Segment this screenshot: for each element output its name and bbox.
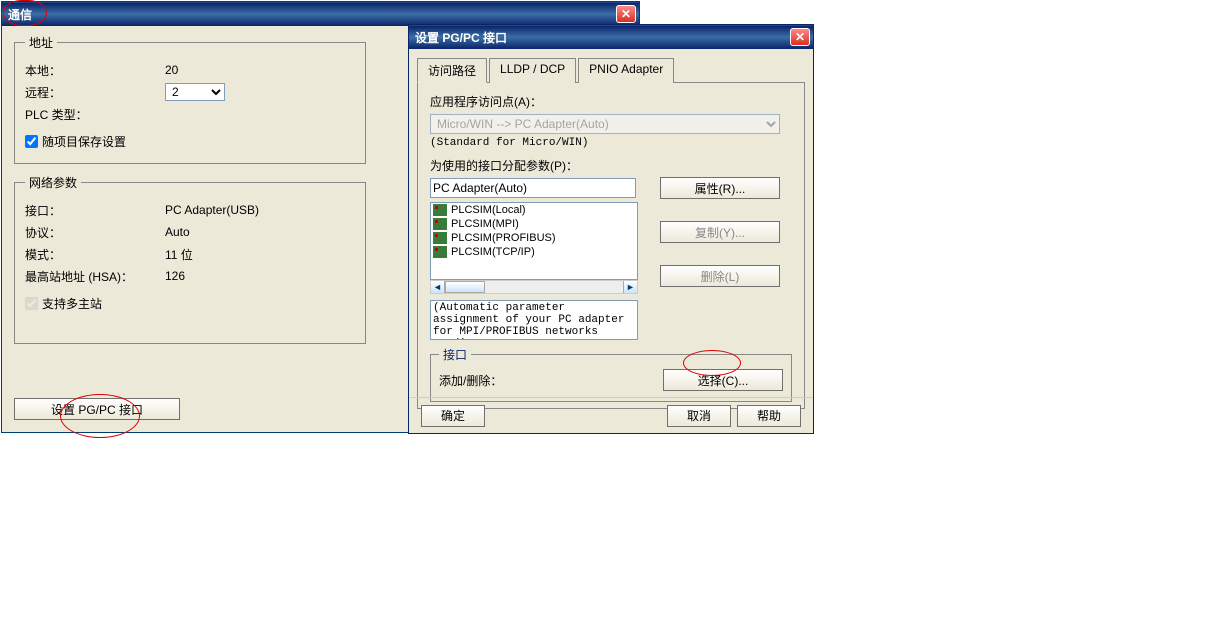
multimaster-input [25,297,38,310]
list-item[interactable]: PLCSIM(MPI) [431,217,637,231]
ok-button[interactable]: 确定 [421,405,485,427]
save-with-project-checkbox[interactable]: 随项目保存设置 [25,131,355,151]
save-with-project-input[interactable] [25,135,38,148]
dialog-button-row: 确定 取消 帮助 [409,397,813,433]
interface-listbox[interactable]: PLCSIM(Local) PLCSIM(MPI) PLCSIM(PROFIBU… [430,202,638,280]
access-point-label: 应用程序访问点(A)： [430,93,542,110]
comm-titlebar[interactable]: 通信 ✕ [2,2,639,26]
adapter-icon [433,246,447,258]
multimaster-label: 支持多主站 [42,295,102,312]
tab-lldp-dcp[interactable]: LLDP / DCP [489,58,576,83]
scroll-left-icon[interactable]: ◄ [431,281,445,293]
list-item[interactable]: PLCSIM(PROFIBUS) [431,231,637,245]
network-group: 网络参数 接口： PC Adapter(USB) 协议： Auto 模式： 11… [14,174,366,344]
access-point-note: (Standard for Micro/WIN) [430,137,792,149]
network-legend: 网络参数 [25,174,81,191]
save-with-project-label: 随项目保存设置 [42,133,126,150]
pgpc-title: 设置 PG/PC 接口 [415,29,507,46]
interface-label: 接口： [25,202,165,219]
description-box[interactable]: (Automatic parameter assignment of your … [430,300,638,340]
help-button[interactable]: 帮助 [737,405,801,427]
pgpc-titlebar[interactable]: 设置 PG/PC 接口 ✕ [409,25,813,49]
tab-access-path[interactable]: 访问路径 [417,58,487,83]
hsa-value: 126 [165,269,185,283]
tabpanel-access-path: 应用程序访问点(A)： Micro/WIN --> PC Adapter(Aut… [417,83,805,409]
remote-label: 远程： [25,84,165,101]
assigned-value-input[interactable] [430,178,636,198]
mode-label: 模式： [25,246,165,263]
address-group: 地址 本地： 20 远程： 2 PLC 类型： 随项目保存设置 [14,34,366,164]
list-hscroll[interactable]: ◄ ► [430,280,638,294]
list-item[interactable]: PLCSIM(Local) [431,203,637,217]
list-item[interactable]: PLCSIM(TCP/IP) [431,245,637,259]
cancel-button[interactable]: 取消 [667,405,731,427]
local-label: 本地： [25,62,165,79]
delete-button: 删除(L) [660,265,780,287]
tabstrip: 访问路径 LLDP / DCP PNIO Adapter [417,57,805,83]
multimaster-checkbox: 支持多主站 [25,293,355,313]
close-icon[interactable]: ✕ [616,5,636,23]
setup-pgpc-button[interactable]: 设置 PG/PC 接口 [14,398,180,420]
add-remove-label: 添加/删除： [439,372,502,389]
adapter-icon [433,204,447,216]
adapter-icon [433,232,447,244]
access-point-select: Micro/WIN --> PC Adapter(Auto) [430,114,780,134]
assign-params-label: 为使用的接口分配参数(P)： [430,157,578,174]
interface-group: 接口 添加/删除： 选择(C)... [430,346,792,402]
scroll-right-icon[interactable]: ► [623,281,637,293]
interface-legend: 接口 [439,346,471,363]
local-value: 20 [165,63,178,77]
close-icon[interactable]: ✕ [790,28,810,46]
adapter-icon [433,218,447,230]
copy-button: 复制(Y)... [660,221,780,243]
tab-pnio-adapter[interactable]: PNIO Adapter [578,58,674,83]
pgpc-dialog: 设置 PG/PC 接口 ✕ 访问路径 LLDP / DCP PNIO Adapt… [408,24,814,434]
hsa-label: 最高站地址 (HSA)： [25,268,165,285]
select-button[interactable]: 选择(C)... [663,369,783,391]
comm-title: 通信 [8,6,32,23]
properties-button[interactable]: 属性(R)... [660,177,780,199]
interface-value: PC Adapter(USB) [165,203,259,217]
scroll-thumb[interactable] [445,281,485,293]
protocol-value: Auto [165,225,190,239]
remote-combo[interactable]: 2 [165,83,225,101]
address-legend: 地址 [25,34,57,51]
mode-value: 11 位 [165,246,193,263]
plc-type-label: PLC 类型： [25,106,165,123]
protocol-label: 协议： [25,224,165,241]
